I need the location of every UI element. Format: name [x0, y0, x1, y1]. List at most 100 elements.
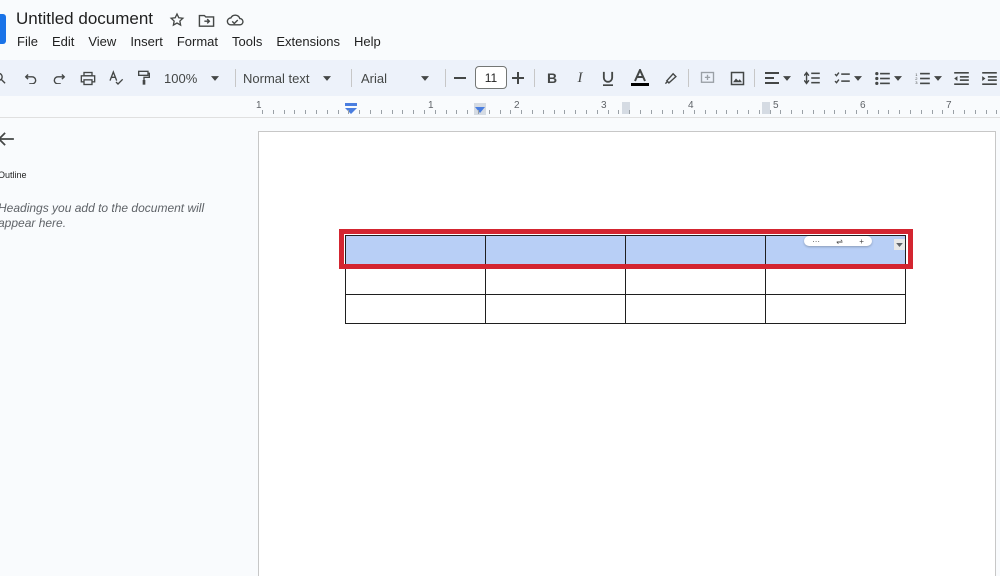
- menu-insert[interactable]: Insert: [130, 34, 163, 49]
- left-indent-marker-icon[interactable]: [345, 103, 357, 115]
- ruler-tick: [305, 110, 306, 114]
- table-cell[interactable]: [485, 265, 626, 295]
- increase-font-size-icon[interactable]: [510, 60, 526, 96]
- ruler-tick: [705, 110, 706, 114]
- paint-format-icon[interactable]: [133, 60, 155, 96]
- menu-file[interactable]: File: [17, 34, 38, 49]
- search-menus-icon[interactable]: [0, 60, 8, 96]
- ruler-tick: [986, 110, 987, 114]
- ruler-tick: [284, 110, 285, 114]
- ruler-number: 4: [688, 100, 694, 111]
- table-cell[interactable]: [485, 294, 626, 324]
- insert-image-icon[interactable]: [726, 60, 748, 96]
- ruler-tick: [370, 110, 371, 114]
- ruler-tick: [726, 110, 727, 114]
- checklist-select[interactable]: [830, 60, 866, 96]
- document-title[interactable]: Untitled document: [16, 9, 153, 29]
- ruler-tick: [273, 110, 274, 114]
- text-color-icon[interactable]: [628, 60, 652, 96]
- table-cell[interactable]: [765, 265, 906, 295]
- table-row[interactable]: [345, 265, 906, 295]
- more-options-icon[interactable]: ···: [812, 237, 820, 246]
- table-mini-toolbar[interactable]: ··· ⇌ +: [804, 236, 872, 246]
- numbered-list-select[interactable]: 123: [910, 60, 946, 96]
- italic-icon[interactable]: I: [570, 60, 590, 96]
- docs-logo-icon[interactable]: [0, 14, 6, 44]
- menu-help[interactable]: Help: [354, 34, 381, 49]
- ruler-tick: [856, 110, 857, 114]
- ruler[interactable]: 1 1 2 3 4 5 6 7: [0, 98, 1000, 118]
- ruler-tick: [564, 110, 565, 114]
- ruler-tick: [953, 110, 954, 114]
- add-column-icon[interactable]: +: [859, 237, 864, 246]
- menu-edit[interactable]: Edit: [52, 34, 74, 49]
- ruler-tick: [964, 110, 965, 114]
- decrease-indent-icon[interactable]: [950, 60, 972, 96]
- decrease-font-size-icon[interactable]: [452, 60, 468, 96]
- table-cell[interactable]: [345, 235, 486, 266]
- ruler-tick: [521, 110, 522, 114]
- table-cell[interactable]: [625, 235, 766, 266]
- table-cell[interactable]: [345, 265, 486, 295]
- ruler-tick: [446, 110, 447, 114]
- ruler-tick: [500, 110, 501, 114]
- chevron-down-icon: [783, 75, 791, 81]
- zoom-select[interactable]: 100%: [164, 60, 226, 96]
- cell-menu-chevron-icon[interactable]: [894, 239, 905, 250]
- column-marker-icon[interactable]: [474, 103, 486, 115]
- move-folder-icon[interactable]: [197, 11, 215, 29]
- ruler-tick: [683, 110, 684, 114]
- ruler-tick: [467, 110, 468, 114]
- table-cell[interactable]: [625, 265, 766, 295]
- back-arrow-icon[interactable]: [0, 132, 14, 151]
- ruler-tick: [294, 110, 295, 114]
- ruler-tick: [662, 110, 663, 114]
- column-marker[interactable]: [762, 102, 770, 114]
- insert-comment-icon[interactable]: [696, 60, 718, 96]
- ruler-tick: [737, 110, 738, 114]
- table-cell[interactable]: [345, 294, 486, 324]
- document-page[interactable]: ··· ⇌ +: [258, 131, 996, 576]
- underline-icon[interactable]: [598, 60, 618, 96]
- line-spacing-icon[interactable]: [801, 60, 823, 96]
- table-cell[interactable]: [485, 235, 626, 266]
- bold-icon[interactable]: B: [542, 60, 562, 96]
- star-icon[interactable]: [168, 11, 186, 29]
- align-select[interactable]: [762, 60, 794, 96]
- paragraph-style-select[interactable]: Normal text: [243, 60, 343, 96]
- cloud-status-icon[interactable]: [226, 11, 244, 29]
- ruler-tick: [392, 110, 393, 114]
- print-icon[interactable]: [77, 60, 99, 96]
- font-family-select[interactable]: Arial: [361, 60, 441, 96]
- ruler-tick: [834, 110, 835, 114]
- undo-icon[interactable]: [20, 60, 42, 96]
- ruler-tick: [575, 110, 576, 114]
- bulleted-list-select[interactable]: [870, 60, 906, 96]
- ruler-tick: [845, 110, 846, 114]
- table-cell[interactable]: [765, 294, 906, 324]
- ruler-tick: [780, 110, 781, 114]
- ruler-tick: [694, 110, 695, 114]
- table-cell[interactable]: [625, 294, 766, 324]
- document-table[interactable]: [345, 235, 906, 324]
- outline-sidebar: Outline Headings you add to the document…: [0, 118, 258, 576]
- font-size-input[interactable]: 11: [475, 66, 507, 89]
- ruler-tick: [759, 110, 760, 114]
- menu-tools[interactable]: Tools: [232, 34, 262, 49]
- menu-view[interactable]: View: [88, 34, 116, 49]
- ruler-tick: [381, 110, 382, 114]
- ruler-tick: [888, 110, 889, 114]
- zoom-value: 100%: [164, 70, 198, 86]
- redo-icon[interactable]: [48, 60, 70, 96]
- menu-extensions[interactable]: Extensions: [276, 34, 340, 49]
- table-row[interactable]: [345, 294, 906, 324]
- highlight-color-icon[interactable]: [660, 60, 682, 96]
- spellcheck-icon[interactable]: [105, 60, 127, 96]
- sort-icon[interactable]: ⇌: [836, 237, 843, 246]
- ruler-tick: [716, 110, 717, 114]
- ruler-tick: [586, 110, 587, 114]
- increase-indent-icon[interactable]: [978, 60, 1000, 96]
- menu-format[interactable]: Format: [177, 34, 218, 49]
- ruler-number: 3: [601, 100, 607, 111]
- chevron-down-icon: [211, 75, 220, 81]
